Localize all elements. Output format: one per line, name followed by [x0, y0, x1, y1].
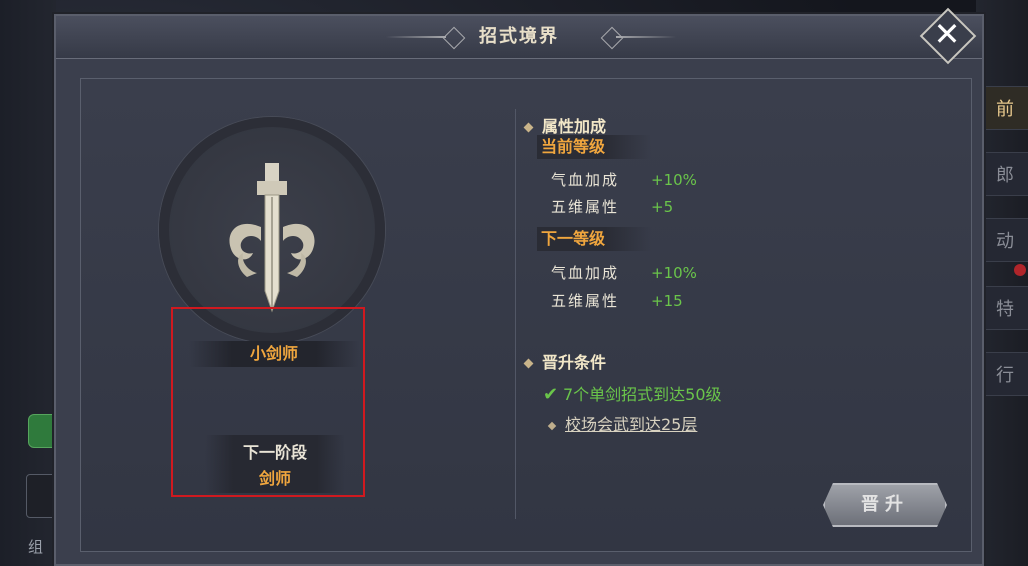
next-stat-row: 五维属性 +15 — [551, 290, 683, 311]
diamond-bullet-icon — [523, 358, 534, 369]
background-tab-label: 动 — [996, 231, 1014, 252]
next-stage-title: 下一阶段 — [242, 443, 307, 462]
background-tab-label: 郎 — [996, 165, 1014, 186]
stat-value: +15 — [651, 292, 683, 310]
next-stat-row: 气血加成 +10% — [551, 262, 697, 283]
stat-value: +5 — [651, 198, 674, 216]
notification-dot — [1014, 264, 1026, 276]
close-icon: ✕ — [933, 15, 961, 53]
promote-button[interactable]: 晋升 — [823, 483, 947, 527]
promotion-heading-text: 晋升条件 — [542, 353, 607, 372]
background-left-text: 组 — [28, 538, 44, 556]
promotion-heading: 晋升条件 — [523, 349, 607, 373]
check-icon: ✔ — [543, 384, 559, 405]
close-button[interactable]: ✕ — [919, 7, 977, 65]
stat-value: +10% — [651, 171, 697, 189]
condition-text: 7个单剑招式到达50级 — [563, 385, 722, 404]
next-stage-panel: 下一阶段 剑师 — [205, 435, 345, 493]
panel-divider — [515, 109, 516, 519]
stat-name: 气血加成 — [551, 171, 620, 189]
background-tab-5[interactable]: 行 — [982, 352, 1028, 396]
current-stat-row: 气血加成 +10% — [551, 169, 697, 190]
stat-name: 五维属性 — [551, 292, 620, 310]
dialog-title: 招式境界 — [479, 26, 559, 47]
current-level-label: 当前等级 — [537, 135, 651, 159]
stat-name: 五维属性 — [551, 198, 620, 216]
stat-value: +10% — [651, 264, 697, 282]
background-tab-2[interactable]: 郎 — [982, 152, 1028, 196]
sword-icon — [229, 163, 315, 313]
promotion-condition-pending[interactable]: 校场会武到达25层 — [547, 411, 697, 435]
skill-realm-dialog: 招式境界 ✕ 小剑师 下一阶段 剑师 属性加成 当前等级 气血加成 +10% 五… — [54, 7, 984, 566]
title-ornament-right — [616, 36, 676, 38]
background-tab-4[interactable]: 特 — [982, 286, 1028, 330]
next-stage-name: 剑师 — [258, 469, 291, 488]
attributes-heading: 属性加成 — [523, 113, 607, 137]
background-tab-1[interactable]: 前 — [982, 86, 1028, 130]
current-rank-name: 小剑师 — [189, 341, 359, 367]
stat-name: 气血加成 — [551, 264, 620, 282]
content-panel: 小剑师 下一阶段 剑师 属性加成 当前等级 气血加成 +10% 五维属性 +5 下一… — [80, 78, 972, 552]
background-tab-label: 行 — [996, 365, 1014, 386]
promotion-condition-done: ✔ 7个单剑招式到达50级 — [543, 381, 722, 405]
attributes-heading-text: 属性加成 — [542, 117, 607, 136]
background-tab-label: 前 — [996, 99, 1014, 120]
diamond-bullet-icon — [547, 421, 557, 430]
next-level-label: 下一等级 — [537, 227, 651, 251]
diamond-bullet-icon — [523, 122, 534, 133]
background-tab-label: 特 — [996, 299, 1014, 320]
dialog-title-bar: 招式境界 ✕ — [56, 7, 982, 65]
current-stat-row: 五维属性 +5 — [551, 196, 673, 217]
condition-link[interactable]: 校场会武到达25层 — [565, 415, 697, 434]
background-tab-3[interactable]: 动 — [982, 218, 1028, 262]
